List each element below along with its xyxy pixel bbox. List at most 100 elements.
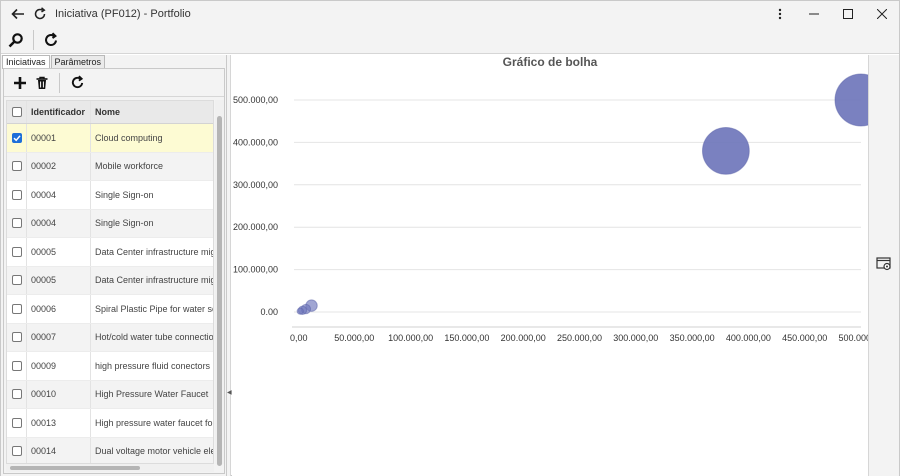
x-tick-label: 300.000,00 (613, 333, 658, 343)
vertical-scroll-thumb[interactable] (217, 116, 222, 466)
row-nome: high pressure fluid conectors (95, 360, 211, 371)
search-icon[interactable] (5, 29, 27, 51)
toolbar-divider (33, 30, 34, 50)
grid-header: Identificador Nome (7, 101, 213, 124)
table-row[interactable]: 00001 Cloud computing (7, 124, 213, 153)
reload-icon[interactable] (40, 29, 62, 51)
right-side-strip (868, 55, 899, 476)
table-row[interactable]: 00009 high pressure fluid conectors (7, 352, 213, 381)
more-options-icon[interactable] (763, 1, 797, 27)
row-checkbox[interactable] (11, 189, 22, 200)
x-tick-label: 0,00 (290, 333, 308, 343)
y-tick-label: 0.00 (260, 307, 278, 317)
table-row[interactable]: 00002 Mobile workforce (7, 152, 213, 181)
row-checkbox-cell[interactable] (7, 437, 27, 463)
bubble-chart: 0.00 100.000,00 200.000,00 300.000,00 400.00… (233, 73, 868, 343)
tab-iniciativas[interactable]: Iniciativas (2, 55, 50, 69)
app-window: Iniciativa (PF012) - Portfolio Iniciativ… (0, 0, 900, 476)
table-row[interactable]: 00005 Data Center infrastructure migra (7, 266, 213, 295)
add-icon[interactable] (9, 72, 31, 94)
row-checkbox[interactable] (11, 218, 22, 229)
title-bar: Iniciativa (PF012) - Portfolio (1, 1, 899, 27)
x-tick-label: 100.000,00 (388, 333, 433, 343)
tab-parametros[interactable]: Parâmetros (50, 55, 106, 68)
x-tick-label: 450.000,00 (782, 333, 827, 343)
row-checkbox-cell[interactable] (7, 124, 27, 152)
minimize-icon[interactable] (797, 1, 831, 27)
row-checkbox-cell[interactable] (7, 295, 27, 323)
chart-panel: Gráfico de bolha 0.00 100.000,00 200.000,0… (232, 55, 868, 476)
row-nome: Single Sign-on (95, 218, 154, 229)
table-row[interactable]: 00007 Hot/cold water tube connection s (7, 323, 213, 352)
x-tick-label: 500.000,00 (838, 333, 868, 343)
row-identificador: 00001 (27, 124, 91, 152)
collapse-arrow-icon[interactable]: ◀ (227, 389, 232, 396)
grid-toolbar (4, 69, 224, 97)
refresh-icon[interactable] (29, 3, 51, 25)
table-row[interactable]: 00013 High pressure water faucet for p (7, 409, 213, 438)
x-tick-label: 350.000,00 (670, 333, 715, 343)
row-checkbox[interactable] (11, 132, 22, 143)
bubble-point (701, 126, 750, 175)
row-checkbox[interactable] (11, 360, 22, 371)
row-checkbox-cell[interactable] (7, 380, 27, 408)
row-checkbox[interactable] (11, 246, 22, 257)
y-tick-label: 100.000,00 (233, 265, 278, 275)
row-nome: Data Center infrastructure migra (95, 275, 213, 286)
table-row[interactable]: 00010 High Pressure Water Faucet (7, 380, 213, 409)
column-header-identificador[interactable]: Identificador (27, 101, 91, 123)
row-checkbox-cell[interactable] (7, 352, 27, 380)
row-checkbox-cell[interactable] (7, 409, 27, 437)
row-checkbox-cell[interactable] (7, 209, 27, 237)
horizontal-scroll-thumb[interactable] (10, 466, 140, 470)
row-identificador: 00010 (27, 380, 91, 408)
x-tick-label: 150.000,00 (444, 333, 489, 343)
row-checkbox-cell[interactable] (7, 181, 27, 209)
table-row[interactable]: 00004 Single Sign-on (7, 181, 213, 210)
row-checkbox[interactable] (11, 417, 22, 428)
close-icon[interactable] (865, 1, 899, 27)
grid-body: 00001 Cloud computing 00002 Mobile workforc… (7, 124, 213, 463)
row-checkbox-cell[interactable] (7, 266, 27, 294)
row-identificador: 00004 (27, 209, 91, 237)
row-nome: High Pressure Water Faucet (95, 389, 209, 400)
row-checkbox-cell[interactable] (7, 238, 27, 266)
x-tick-label: 400.000,00 (726, 333, 771, 343)
column-header-nome[interactable]: Nome (91, 101, 213, 123)
x-tick-label: 50.000,00 (334, 333, 374, 343)
x-tick-label: 250.000,00 (557, 333, 602, 343)
row-checkbox[interactable] (11, 275, 22, 286)
preview-window-icon[interactable] (876, 257, 892, 271)
table-row[interactable]: 00014 Dual voltage motor vehicle elect (7, 437, 213, 463)
select-all-checkbox[interactable] (11, 107, 22, 117)
row-nome: Hot/cold water tube connection s (95, 332, 213, 343)
horizontal-scrollbar[interactable] (6, 464, 214, 472)
header-select-all[interactable] (7, 101, 27, 123)
grid-reload-icon[interactable] (66, 72, 88, 94)
row-checkbox[interactable] (11, 446, 22, 457)
x-tick-label: 200.000,00 (501, 333, 546, 343)
row-checkbox[interactable] (11, 389, 22, 400)
row-checkbox-cell[interactable] (7, 152, 27, 180)
row-checkbox[interactable] (11, 161, 22, 172)
bubble-point (834, 73, 868, 127)
table-row[interactable]: 00005 Data Center infrastructure migra (7, 238, 213, 267)
trash-icon[interactable] (31, 72, 53, 94)
y-tick-label: 400.000,00 (233, 137, 278, 147)
row-identificador: 00013 (27, 409, 91, 437)
row-checkbox[interactable] (11, 332, 22, 343)
table-row[interactable]: 00004 Single Sign-on (7, 209, 213, 238)
row-checkbox-cell[interactable] (7, 323, 27, 351)
back-arrow-icon[interactable] (7, 3, 29, 25)
bubble-point (296, 307, 304, 315)
row-nome: Mobile workforce (95, 161, 164, 172)
row-identificador: 00002 (27, 152, 91, 180)
maximize-icon[interactable] (831, 1, 865, 27)
row-checkbox[interactable] (11, 303, 22, 314)
vertical-scrollbar[interactable] (215, 100, 224, 466)
initiatives-grid: Identificador Nome 00001 Cloud computing 0… (6, 100, 214, 464)
y-tick-label: 300.000,00 (233, 180, 278, 190)
panel-splitter[interactable]: ◀ (227, 55, 232, 476)
window-title: Iniciativa (PF012) - Portfolio (55, 8, 191, 20)
table-row[interactable]: 00006 Spiral Plastic Pipe for water sew (7, 295, 213, 324)
